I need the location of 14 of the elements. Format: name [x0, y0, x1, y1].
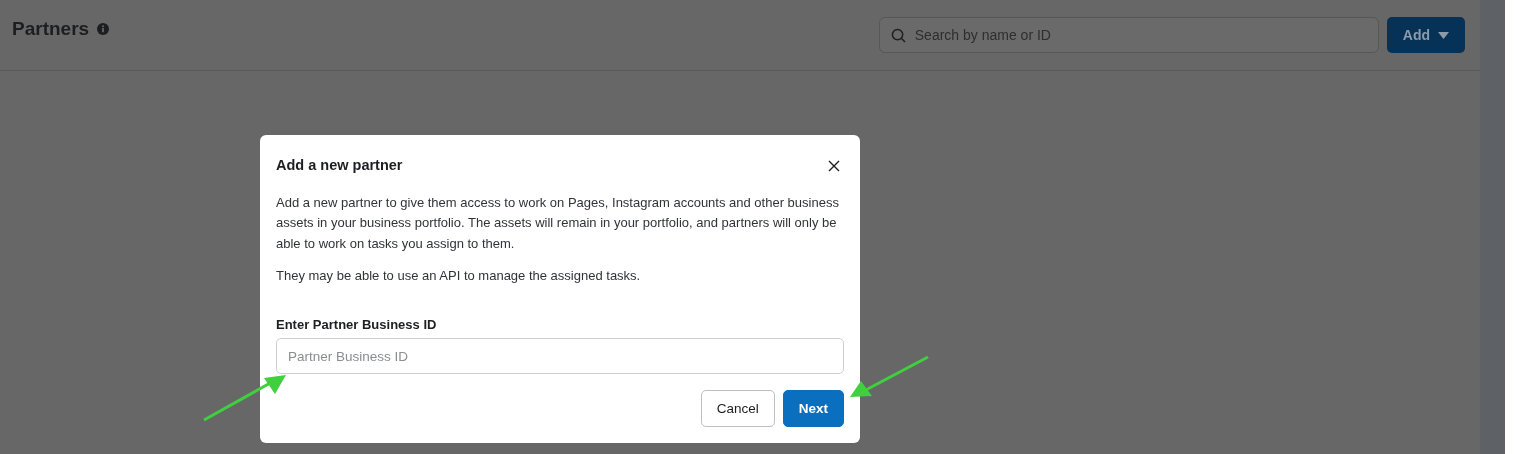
field-label: Enter Partner Business ID: [276, 315, 438, 334]
add-button[interactable]: Add: [1386, 17, 1465, 53]
search-icon: [890, 28, 906, 43]
input-field[interactable]: Partner Business ID: [276, 338, 844, 375]
next-button[interactable]: Next: [782, 390, 844, 428]
close-icon[interactable]: [828, 159, 840, 172]
dialog-text: They may be able to use an API to manage the assigned tasks.: [276, 267, 642, 286]
search-field[interactable]: Search by name or ID: [878, 17, 1379, 53]
info-icon[interactable]: [97, 23, 110, 35]
dialog-title: Add a new partner: [276, 156, 403, 175]
caret-icon: [1438, 31, 1449, 39]
dialog-text: Add a new partner to give them access to work on Pages, Instagram accounts and other business assets in your business portfolio. The assets will remain in your portfolio, and partners will only be able to work on tasks you assign to them.: [276, 193, 840, 253]
page-title: Partners: [12, 16, 90, 41]
cancel-button[interactable]: Cancel: [700, 390, 775, 428]
